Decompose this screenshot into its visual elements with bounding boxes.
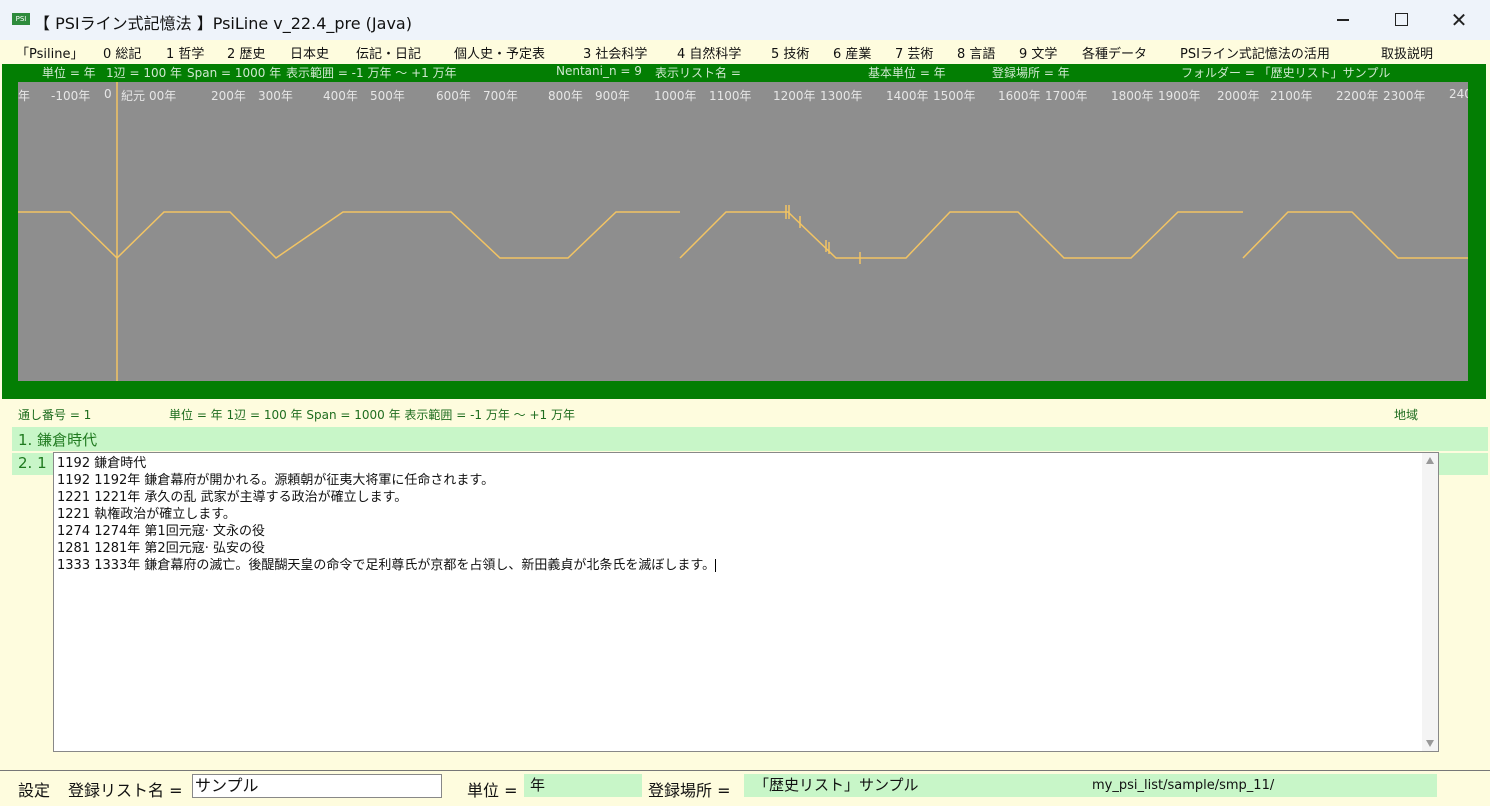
bottom-bar: 設定 登録リスト名 = 単位 = 年 登録場所 = 「歴史リスト」サンプル my…	[0, 770, 1490, 806]
editor-line: 1192 鎌倉時代	[57, 456, 147, 471]
menu-arts[interactable]: 7 芸術	[895, 43, 933, 62]
event-text-editor[interactable]: 1192 鎌倉時代 1192 1192年 鎌倉幕府が開かれる。源頼朝が征夷大将軍…	[53, 452, 1439, 752]
menu-language[interactable]: 8 言語	[957, 43, 995, 62]
info-nentani: Nentani_n = 9	[556, 64, 642, 78]
minimize-icon	[1337, 19, 1349, 21]
menu-philosophy[interactable]: 1 哲学	[166, 43, 204, 62]
editor-line: 1333 1333年 鎌倉幕府の滅亡。後醍醐天皇の命令で足利尊氏が京都を占領し、…	[57, 558, 716, 573]
timeline-panel: 単位 = 年 1辺 = 100 年 Span = 1000 年 表示範囲 = -…	[2, 64, 1486, 399]
scroll-up-icon[interactable]	[1426, 457, 1434, 464]
menu-industry[interactable]: 6 産業	[833, 43, 871, 62]
menu-japanese-history[interactable]: 日本史	[290, 43, 329, 62]
region-label: 地域	[1394, 408, 1419, 422]
info-unit: 単位 = 年	[42, 66, 96, 80]
editor-line: 1221 執権政治が確立します。	[57, 507, 236, 522]
info-side: 1辺 = 100 年	[106, 66, 183, 80]
list-name-label: 登録リスト名 =	[68, 781, 183, 800]
minimize-button[interactable]	[1331, 8, 1355, 32]
info-list-name: 表示リスト名 =	[655, 66, 741, 80]
list-item-label: 1. 鎌倉時代	[18, 431, 98, 449]
menu-usage[interactable]: PSIライン式記憶法の活用	[1180, 43, 1330, 62]
timeline-canvas[interactable]: 年 -100年 0 紀元 00年 200年 300年 400年 500年 600…	[18, 82, 1468, 381]
menu-biography[interactable]: 伝記・日記	[356, 43, 421, 62]
window-title: 【 PSIライン式記憶法 】PsiLine v_22.4_pre (Java)	[34, 14, 412, 33]
list-name-input[interactable]	[192, 774, 442, 798]
status-detail: 単位 = 年 1辺 = 100 年 Span = 1000 年 表示範囲 = -…	[169, 408, 575, 422]
menu-data[interactable]: 各種データ	[1082, 43, 1147, 62]
maximize-icon	[1394, 12, 1408, 26]
editor-line: 1192 1192年 鎌倉幕府が開かれる。源頼朝が征夷大将軍に任命されます。	[57, 473, 495, 488]
menu-general[interactable]: 0 総記	[103, 43, 141, 62]
app-icon: PSI	[12, 13, 30, 25]
list-item[interactable]: 1. 鎌倉時代	[12, 427, 1488, 451]
info-location: 登録場所 = 年	[992, 66, 1070, 80]
info-span: Span = 1000 年	[187, 66, 282, 80]
title-bar: PSI 【 PSIライン式記憶法 】PsiLine v_22.4_pre (Ja…	[0, 0, 1490, 41]
scroll-down-icon[interactable]	[1426, 740, 1434, 747]
menu-natural-science[interactable]: 4 自然科学	[677, 43, 741, 62]
menu-personal-history[interactable]: 個人史・予定表	[454, 43, 545, 62]
editor-line: 1281 1281年 第2回元寇· 弘安の役	[57, 541, 265, 556]
folder-path: my_psi_list/sample/smp_11/	[1084, 774, 1437, 797]
editor-scrollbar[interactable]	[1422, 453, 1438, 751]
wave-segment	[1242, 211, 1468, 259]
maximize-button[interactable]	[1389, 8, 1413, 32]
list-item-label: 2. 1	[18, 454, 47, 472]
menu-manual[interactable]: 取扱説明	[1381, 43, 1433, 62]
info-base-unit: 基本単位 = 年	[868, 66, 946, 80]
settings-button[interactable]: 設定	[18, 777, 50, 801]
menu-technology[interactable]: 5 技術	[771, 43, 809, 62]
menu-history[interactable]: 2 歴史	[227, 43, 265, 62]
text-caret	[715, 559, 717, 572]
wave-segment	[679, 211, 1243, 259]
psi-wave-line	[18, 82, 1468, 381]
editor-line-last: 1333 1333年 鎌倉幕府の滅亡。後醍醐天皇の命令で足利尊氏が京都を占領し、…	[57, 557, 717, 574]
info-folder: フォルダー = 「歴史リスト」サンプル	[1181, 66, 1391, 80]
unit-value[interactable]: 年	[524, 774, 642, 797]
location-value[interactable]: 「歴史リスト」サンプル	[744, 774, 1084, 797]
info-range: 表示範囲 = -1 万年 〜 +1 万年	[286, 66, 457, 80]
location-label: 登録場所 =	[648, 781, 731, 800]
menu-psiline[interactable]: 「Psiline」	[16, 43, 83, 62]
menu-social-science[interactable]: 3 社会科学	[583, 43, 647, 62]
menu-bar: 「Psiline」 0 総記 1 哲学 2 歴史 日本史 伝記・日記 個人史・予…	[0, 40, 1490, 64]
menu-literature[interactable]: 9 文学	[1019, 43, 1057, 62]
serial-number: 通し番号 = 1	[18, 408, 92, 422]
close-button[interactable]: ✕	[1447, 8, 1471, 32]
editor-line: 1274 1274年 第1回元寇· 文永の役	[57, 524, 265, 539]
editor-content: 1192 鎌倉時代 1192 1192年 鎌倉幕府が開かれる。源頼朝が征夷大将軍…	[57, 455, 717, 574]
unit-label: 単位 =	[467, 781, 518, 800]
editor-line: 1221 1221年 承久の乱 武家が主導する政治が確立します。	[57, 490, 408, 505]
